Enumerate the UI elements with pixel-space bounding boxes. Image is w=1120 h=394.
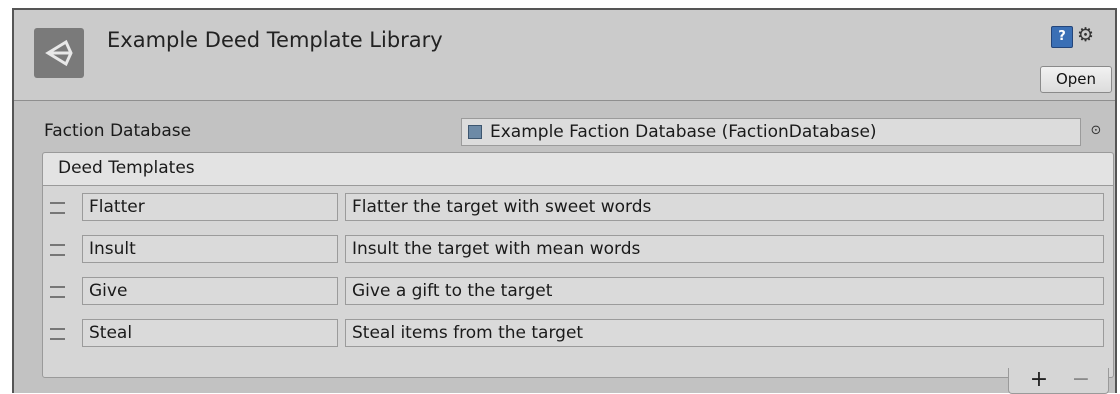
remove-item-button[interactable]: −	[1069, 368, 1093, 392]
drag-handle-icon[interactable]	[50, 244, 65, 256]
list-item: Insult Insult the target with mean words	[43, 235, 1113, 265]
deed-name-field[interactable]: Steal	[82, 319, 338, 347]
deed-description-field[interactable]: Flatter the target with sweet words	[345, 193, 1104, 221]
add-item-button[interactable]: +	[1027, 368, 1051, 392]
drag-handle-icon[interactable]	[50, 202, 65, 214]
asset-title: Example Deed Template Library	[107, 28, 443, 52]
open-button[interactable]: Open	[1040, 66, 1112, 93]
help-icon[interactable]: ?	[1051, 26, 1073, 48]
faction-database-field[interactable]: Example Faction Database (FactionDatabas…	[461, 118, 1081, 146]
gear-icon[interactable]: ⚙	[1077, 24, 1103, 46]
inspector-header: Example Deed Template Library ? ⚙ Open	[14, 10, 1115, 101]
deed-templates-list: Deed Templates Flatter Flatter the targe…	[42, 152, 1114, 378]
inspector-panel: Example Deed Template Library ? ⚙ Open F…	[12, 8, 1117, 394]
object-picker-icon[interactable]: ⊙	[1088, 123, 1104, 139]
list-item: Steal Steal items from the target	[43, 319, 1113, 349]
faction-database-label: Faction Database	[44, 121, 192, 141]
deed-description-field[interactable]: Steal items from the target	[345, 319, 1104, 347]
list-item: Flatter Flatter the target with sweet wo…	[43, 193, 1113, 223]
drag-handle-icon[interactable]	[50, 328, 65, 340]
deed-templates-title: Deed Templates	[58, 158, 195, 178]
deed-name-field[interactable]: Flatter	[82, 193, 338, 221]
deed-name-field[interactable]: Give	[82, 277, 338, 305]
scriptable-object-icon	[468, 125, 482, 139]
deed-description-field[interactable]: Give a gift to the target	[345, 277, 1104, 305]
unity-logo-icon	[34, 28, 84, 78]
faction-database-row: Faction Database Example Faction Databas…	[14, 117, 1115, 147]
deed-description-field[interactable]: Insult the target with mean words	[345, 235, 1104, 263]
list-footer: + −	[1008, 368, 1109, 394]
deed-templates-header: Deed Templates	[43, 153, 1113, 186]
faction-database-value: Example Faction Database (FactionDatabas…	[490, 122, 877, 142]
drag-handle-icon[interactable]	[50, 286, 65, 298]
deed-name-field[interactable]: Insult	[82, 235, 338, 263]
list-item: Give Give a gift to the target	[43, 277, 1113, 307]
